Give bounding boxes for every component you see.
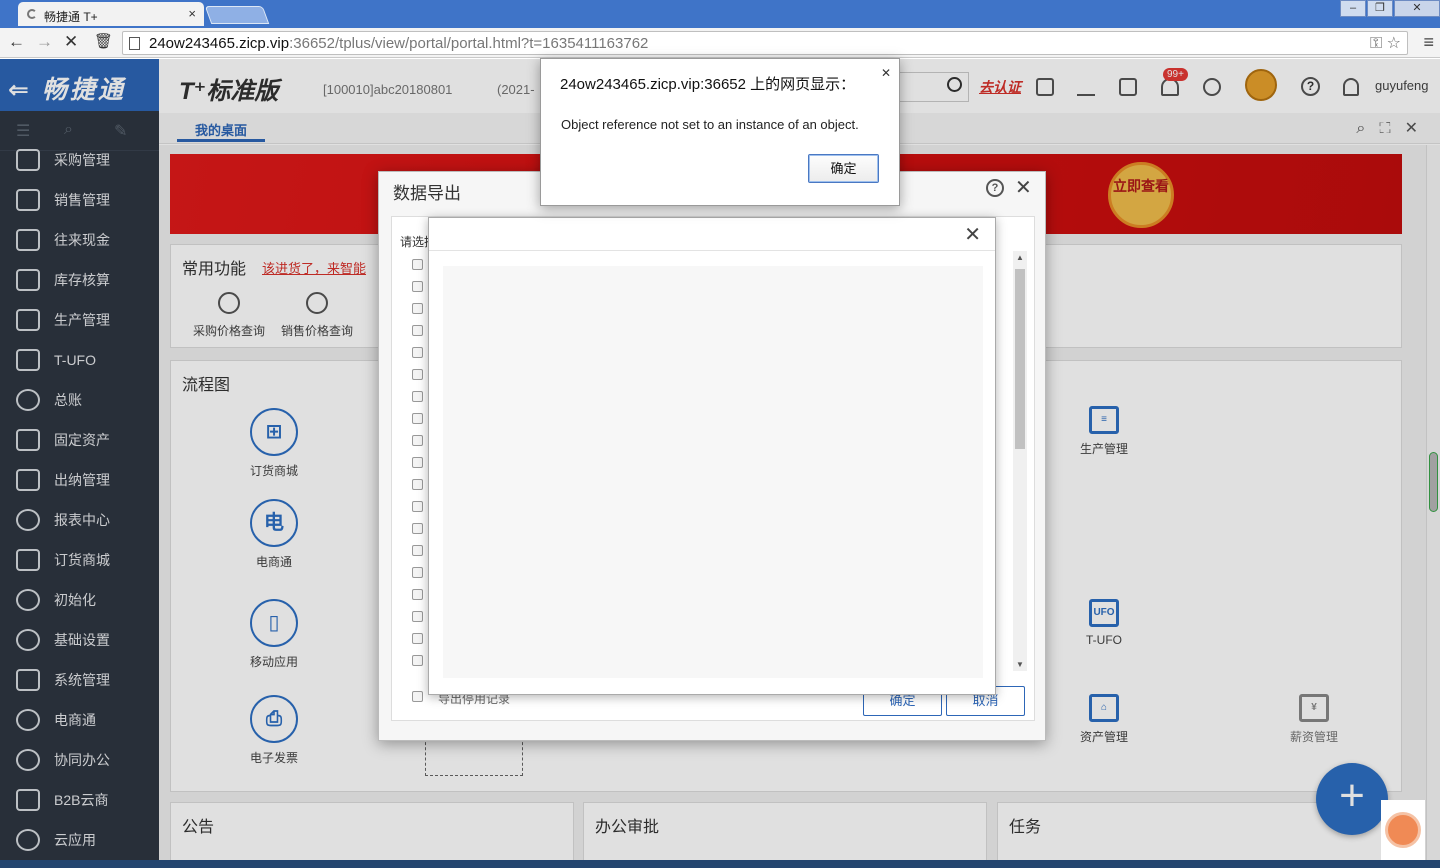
export-row-checkbox[interactable] [412, 545, 423, 556]
browser-tab[interactable]: 畅捷通 T+ × [18, 2, 204, 26]
browser-menu-icon[interactable]: ≡ [1423, 32, 1434, 53]
alert-message: Object reference not set to an instance … [561, 117, 859, 132]
export-row-checkbox[interactable] [412, 567, 423, 578]
list-scrollbar[interactable]: ▲ ▼ [1013, 251, 1027, 671]
minimize-button[interactable]: – [1340, 0, 1366, 17]
export-row-checkbox[interactable] [412, 281, 423, 292]
export-row-checkbox[interactable] [412, 347, 423, 358]
address-bar-row: ← → ✕ 🗑 24ow243465.zicp.vip:36652/tplus/… [0, 28, 1440, 58]
url-input[interactable]: 24ow243465.zicp.vip:36652/tplus/view/por… [122, 31, 1408, 55]
export-row-checkbox[interactable] [412, 589, 423, 600]
tab-title: 畅捷通 T+ [44, 10, 98, 24]
close-icon[interactable]: ✕ [964, 222, 981, 247]
export-row-checkbox[interactable] [412, 369, 423, 380]
help-icon[interactable]: ? [986, 179, 1004, 197]
new-tab-button[interactable] [204, 6, 270, 24]
window-close-button[interactable]: ✕ [1394, 0, 1440, 17]
alert-ok-button[interactable]: 确定 [808, 154, 879, 183]
forward-icon[interactable]: → [36, 32, 53, 52]
export-row-checkbox[interactable] [412, 633, 423, 644]
export-disabled-checkbox[interactable] [412, 691, 423, 702]
export-row-checkbox[interactable] [412, 457, 423, 468]
taskbar [0, 860, 1440, 868]
export-row-checkbox[interactable] [412, 325, 423, 336]
export-row-checkbox[interactable] [412, 413, 423, 424]
export-row-checkbox[interactable] [412, 435, 423, 446]
alert-title: 24ow243465.zicp.vip:36652 上的网页显示： [560, 76, 856, 93]
corner-logo[interactable] [1381, 800, 1425, 860]
browser-tabbar: 畅捷通 T+ × – ❐ ✕ [0, 0, 1440, 28]
export-row-checkbox[interactable] [412, 501, 423, 512]
inner-dialog-frame [443, 266, 983, 678]
list-scroll-thumb[interactable] [1015, 269, 1025, 449]
app-badge-icon [1385, 812, 1421, 848]
browser-alert: 24ow243465.zicp.vip:36652 上的网页显示： ✕ Obje… [540, 58, 900, 206]
export-row-checkbox[interactable] [412, 259, 423, 270]
scroll-down-icon[interactable]: ▼ [1016, 660, 1024, 669]
url-path: :36652/tplus/view/portal/portal.html?t=1… [289, 35, 649, 52]
checkbox-list [412, 259, 426, 677]
export-row-checkbox[interactable] [412, 479, 423, 490]
page-icon [129, 37, 140, 50]
close-icon[interactable]: ✕ [1015, 175, 1032, 200]
export-row-checkbox[interactable] [412, 303, 423, 314]
stop-icon[interactable]: ✕ [64, 32, 78, 52]
inner-dialog-header: ✕ [429, 218, 995, 251]
loading-icon [27, 9, 37, 19]
export-row-checkbox[interactable] [412, 391, 423, 402]
export-row-checkbox[interactable] [412, 655, 423, 666]
tab-close-icon[interactable]: × [188, 6, 196, 21]
url-host: 24ow243465.zicp.vip [149, 35, 290, 52]
key-star-icons[interactable]: ⚿ ☆ [1370, 33, 1401, 53]
restore-button[interactable]: ❐ [1367, 0, 1393, 17]
scroll-up-icon[interactable]: ▲ [1016, 253, 1024, 262]
dialog-title: 数据导出 [393, 184, 461, 203]
export-row-checkbox[interactable] [412, 523, 423, 534]
export-row-checkbox[interactable] [412, 611, 423, 622]
window-controls: – ❐ ✕ [1339, 0, 1440, 18]
trash-icon[interactable]: 🗑 [94, 32, 113, 50]
back-icon[interactable]: ← [8, 32, 25, 52]
close-icon[interactable]: ✕ [881, 66, 891, 80]
inner-dialog: ✕ [428, 217, 996, 695]
